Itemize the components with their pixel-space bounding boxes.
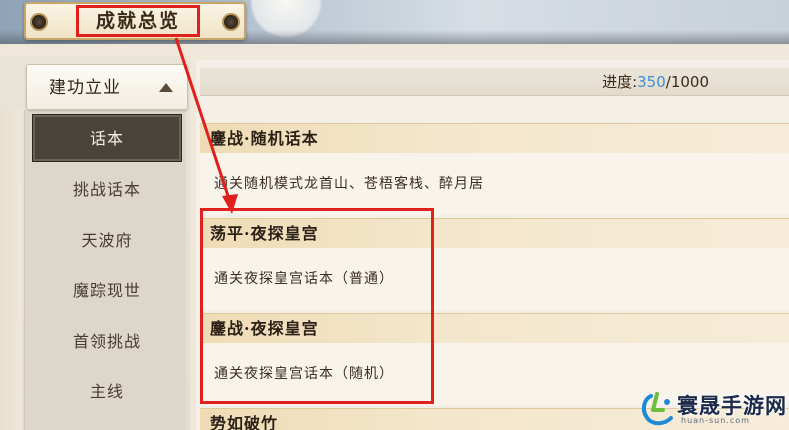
watermark-url: huan-sun.com <box>681 416 750 425</box>
achievement-description: 通关夜探皇宫话本（普通） <box>200 248 789 310</box>
achievement-title: 鏖战·随机话本 <box>200 123 789 153</box>
progress-current: 350 <box>637 73 666 91</box>
scroll-knob-left-icon <box>30 13 48 31</box>
watermark-logo-icon <box>642 392 673 426</box>
sidebar-item-huaben[interactable]: 话本 <box>32 114 182 162</box>
left-edge-decoration <box>0 110 22 430</box>
sidebar-item-main-quest[interactable]: 主线 <box>32 367 182 418</box>
progress-total: /1000 <box>665 73 709 91</box>
progress-label: 进度: <box>602 73 638 91</box>
sidebar-item-tianbofu[interactable]: 天波府 <box>32 216 182 267</box>
sidebar-nav: 话本 挑战话本 天波府 魔踪现世 首领挑战 主线 <box>32 114 182 418</box>
title-banner: 成就总览 <box>24 2 246 40</box>
sidebar-item-boss-challenge[interactable]: 首领挑战 <box>32 317 182 368</box>
achievement-title: 荡平·夜探皇宫 <box>200 218 789 248</box>
title-highlight-box <box>76 5 200 37</box>
caret-up-icon <box>159 83 173 92</box>
achievement-card: 荡平·夜探皇宫 通关夜探皇宫话本（普通） <box>200 218 789 310</box>
progress-bar: 进度:350/1000 <box>200 68 789 96</box>
progress-text: 进度:350/1000 <box>602 68 709 96</box>
category-dropdown[interactable]: 建功立业 <box>26 64 188 110</box>
watermark: 寰晟手游网 huan-sun.com <box>637 386 789 430</box>
achievement-card: 鏖战·随机话本 通关随机模式龙首山、苍梧客栈、醉月居 <box>200 123 789 215</box>
sidebar-item-mozong[interactable]: 魔踪现世 <box>32 266 182 317</box>
sidebar-item-challenge-huaben[interactable]: 挑战话本 <box>32 165 182 216</box>
achievement-title: 鏖战·夜探皇宫 <box>200 313 789 343</box>
scroll-knob-right-icon <box>222 13 240 31</box>
achievement-description: 通关随机模式龙首山、苍梧客栈、醉月居 <box>200 153 789 215</box>
category-label: 建功立业 <box>49 78 121 98</box>
